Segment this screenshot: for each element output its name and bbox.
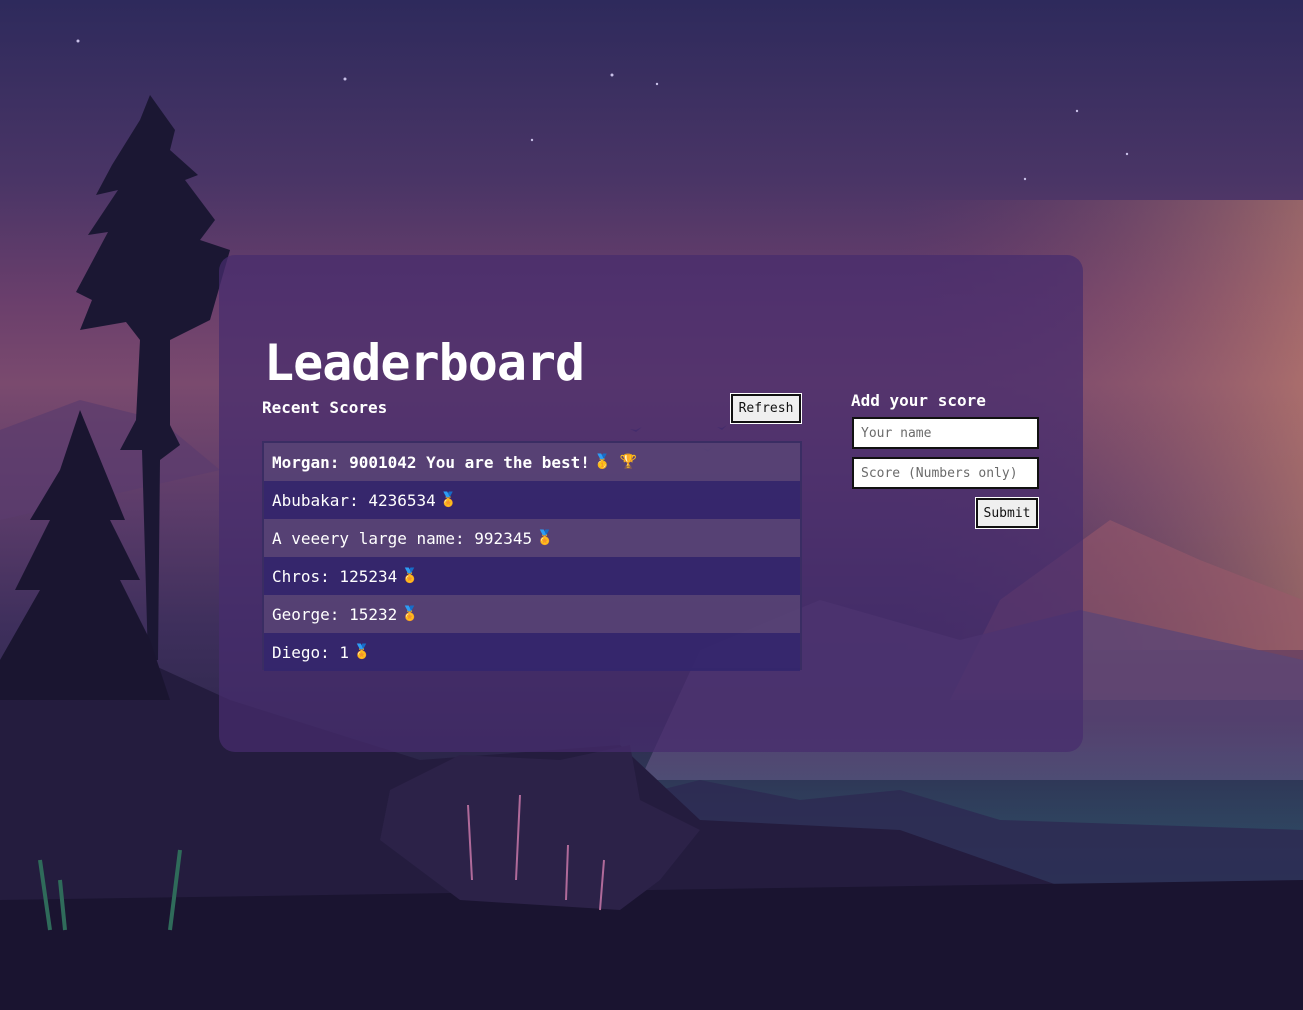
scores-list: Morgan: 9001042 You are the best! 🥇 🏆 Ab… [262, 441, 802, 671]
list-item: Diego: 1 🏅 [264, 633, 800, 671]
submit-button[interactable]: Submit [976, 498, 1038, 528]
medal-icon: 🥇 🏆 [593, 454, 638, 470]
score-input[interactable] [852, 457, 1039, 489]
recent-scores-heading: Recent Scores [262, 398, 388, 417]
medal-icon: 🏅 [353, 644, 371, 660]
score-entry-text: Morgan: 9001042 You are the best! [272, 452, 590, 472]
medal-icon: 🏅 [536, 530, 554, 546]
medal-icon: 🏅 [401, 606, 419, 622]
score-entry-text: Abubakar: 4236534 [272, 490, 436, 510]
score-entry-text: George: 15232 [272, 604, 398, 624]
score-entry-text: A veeery large name: 992345 [272, 528, 533, 548]
score-entry-text: Diego: 1 [272, 642, 350, 662]
name-input[interactable] [852, 417, 1039, 449]
refresh-button[interactable]: Refresh [731, 394, 801, 423]
list-item: Abubakar: 4236534 🏅 [264, 481, 800, 519]
list-item: Morgan: 9001042 You are the best! 🥇 🏆 [264, 443, 800, 481]
score-entry-text: Chros: 125234 [272, 566, 398, 586]
add-score-heading: Add your score [851, 391, 986, 410]
list-item: George: 15232 🏅 [264, 595, 800, 633]
medal-icon: 🏅 [401, 568, 419, 584]
list-item: A veeery large name: 992345 🏅 [264, 519, 800, 557]
list-item: Chros: 125234 🏅 [264, 557, 800, 595]
page-title: Leaderboard [264, 334, 585, 392]
medal-icon: 🏅 [439, 492, 458, 508]
